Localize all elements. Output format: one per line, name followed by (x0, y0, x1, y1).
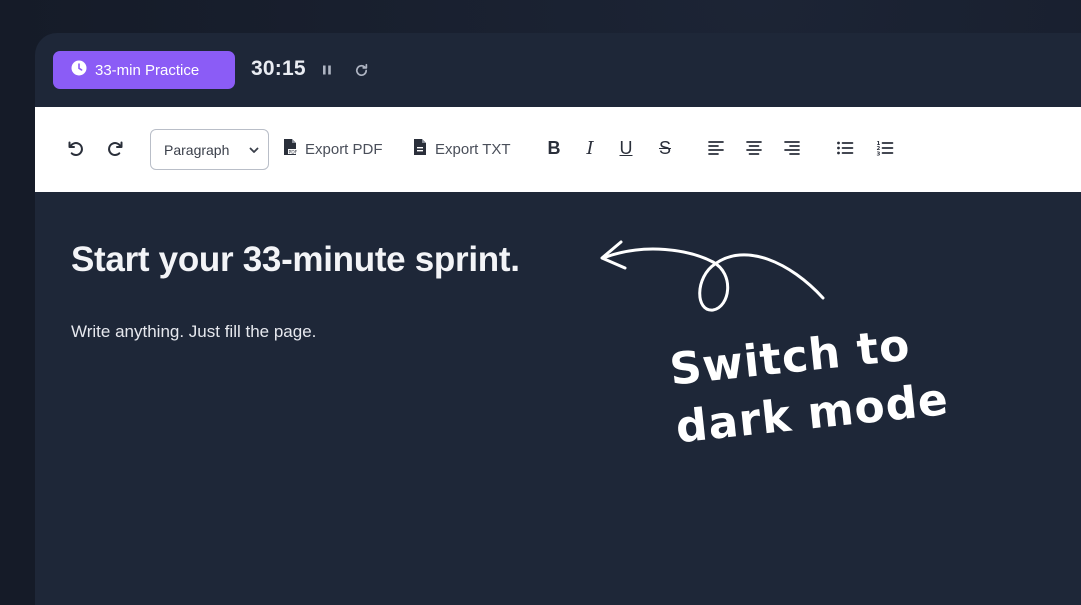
top-bar: 33-min Practice 30:15 (35, 33, 1081, 107)
app-window: 33-min Practice 30:15 Paragraph PDF Expo… (35, 33, 1081, 605)
countdown-timer: 30:15 (251, 57, 306, 80)
export-txt-label: Export TXT (435, 140, 511, 158)
align-right-icon[interactable] (779, 135, 805, 161)
bold-button[interactable]: B (542, 135, 566, 161)
editor-area[interactable]: Start your 33-minute sprint. Write anyth… (35, 192, 1081, 605)
txt-file-icon (412, 138, 428, 160)
italic-button[interactable]: I (578, 135, 602, 161)
bullet-list-icon[interactable] (832, 135, 858, 161)
block-type-select[interactable]: Paragraph (150, 129, 269, 170)
background: 33-min Practice 30:15 Paragraph PDF Expo… (0, 0, 1081, 605)
chevron-down-icon (248, 143, 260, 155)
underline-button[interactable]: U (614, 135, 638, 161)
export-pdf-button[interactable]: PDF Export PDF (282, 137, 383, 161)
undo-icon[interactable] (62, 135, 88, 161)
align-left-icon[interactable] (703, 135, 729, 161)
numbered-list-icon[interactable]: 123 (872, 135, 898, 161)
practice-mode-label: 33-min Practice (95, 61, 200, 79)
pause-icon[interactable] (318, 61, 336, 79)
pdf-file-icon: PDF (282, 138, 298, 160)
strikethrough-button[interactable]: S (653, 135, 677, 161)
editor-body-text[interactable]: Write anything. Just fill the page. (71, 322, 316, 342)
clock-icon (71, 60, 87, 80)
export-txt-button[interactable]: Export TXT (412, 137, 511, 161)
editor-heading[interactable]: Start your 33-minute sprint. (71, 240, 520, 280)
reset-icon[interactable] (352, 61, 370, 79)
export-pdf-label: Export PDF (305, 140, 383, 158)
block-type-value: Paragraph (164, 141, 230, 158)
practice-mode-button[interactable]: 33-min Practice (53, 51, 235, 89)
redo-icon[interactable] (103, 135, 129, 161)
align-center-icon[interactable] (741, 135, 767, 161)
editor-toolbar: Paragraph PDF Export PDF Export TXT B I … (35, 107, 1081, 192)
svg-text:PDF: PDF (289, 149, 298, 155)
svg-text:3: 3 (877, 151, 881, 157)
